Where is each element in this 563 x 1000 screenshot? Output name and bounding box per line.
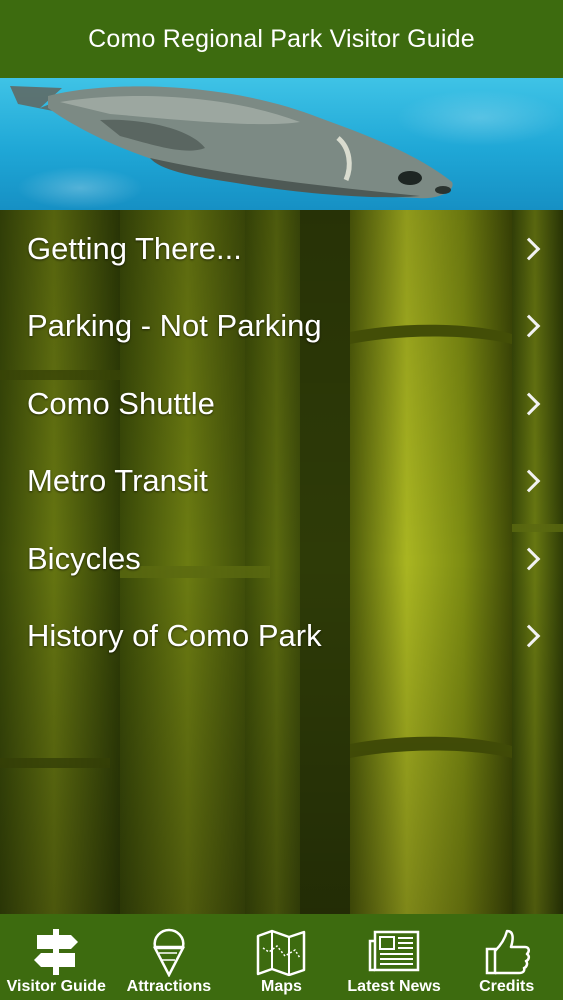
menu-item-label: Parking - Not Parking <box>27 308 322 344</box>
chevron-right-icon <box>517 469 541 493</box>
menu-item-metro-transit[interactable]: Metro Transit <box>0 443 563 521</box>
menu-item-parking[interactable]: Parking - Not Parking <box>0 288 563 366</box>
thumbs-up-icon <box>483 926 531 978</box>
chevron-right-icon <box>517 624 541 648</box>
tab-bar: Visitor Guide Attractions Maps Latest Ne… <box>0 914 563 1000</box>
menu-item-bicycles[interactable]: Bicycles <box>0 520 563 598</box>
tab-label: Visitor Guide <box>6 978 106 995</box>
tab-credits[interactable]: Credits <box>450 914 563 1000</box>
chevron-right-icon <box>517 314 541 338</box>
map-icon <box>255 926 307 978</box>
tab-label: Latest News <box>347 978 441 995</box>
chevron-right-icon <box>517 237 541 261</box>
signpost-icon <box>31 926 81 978</box>
content-area: Getting There... Parking - Not Parking C… <box>0 210 563 914</box>
menu-item-label: Como Shuttle <box>27 385 215 421</box>
tab-visitor-guide[interactable]: Visitor Guide <box>0 914 113 1000</box>
menu-item-label: Metro Transit <box>27 463 208 499</box>
navigation-bar: Como Regional Park Visitor Guide <box>0 0 563 78</box>
tab-label: Attractions <box>126 978 212 995</box>
menu-item-label: Bicycles <box>27 540 141 576</box>
chevron-right-icon <box>517 392 541 416</box>
menu-list: Getting There... Parking - Not Parking C… <box>0 210 563 675</box>
newspaper-icon <box>367 926 421 978</box>
sea-lion-illustration <box>10 86 453 199</box>
page-title: Como Regional Park Visitor Guide <box>88 24 475 53</box>
tab-maps[interactable]: Maps <box>225 914 338 1000</box>
tab-label: Credits <box>479 978 535 995</box>
banner-image <box>0 78 563 210</box>
tab-label: Maps <box>261 978 302 995</box>
menu-item-label: History of Como Park <box>27 618 322 654</box>
menu-item-label: Getting There... <box>27 230 242 266</box>
tab-latest-news[interactable]: Latest News <box>338 914 451 1000</box>
menu-item-getting-there[interactable]: Getting There... <box>0 210 563 288</box>
menu-item-como-shuttle[interactable]: Como Shuttle <box>0 365 563 443</box>
menu-item-history[interactable]: History of Como Park <box>0 598 563 676</box>
ice-cream-cone-icon <box>147 926 191 978</box>
tab-attractions[interactable]: Attractions <box>113 914 226 1000</box>
chevron-right-icon <box>517 547 541 571</box>
